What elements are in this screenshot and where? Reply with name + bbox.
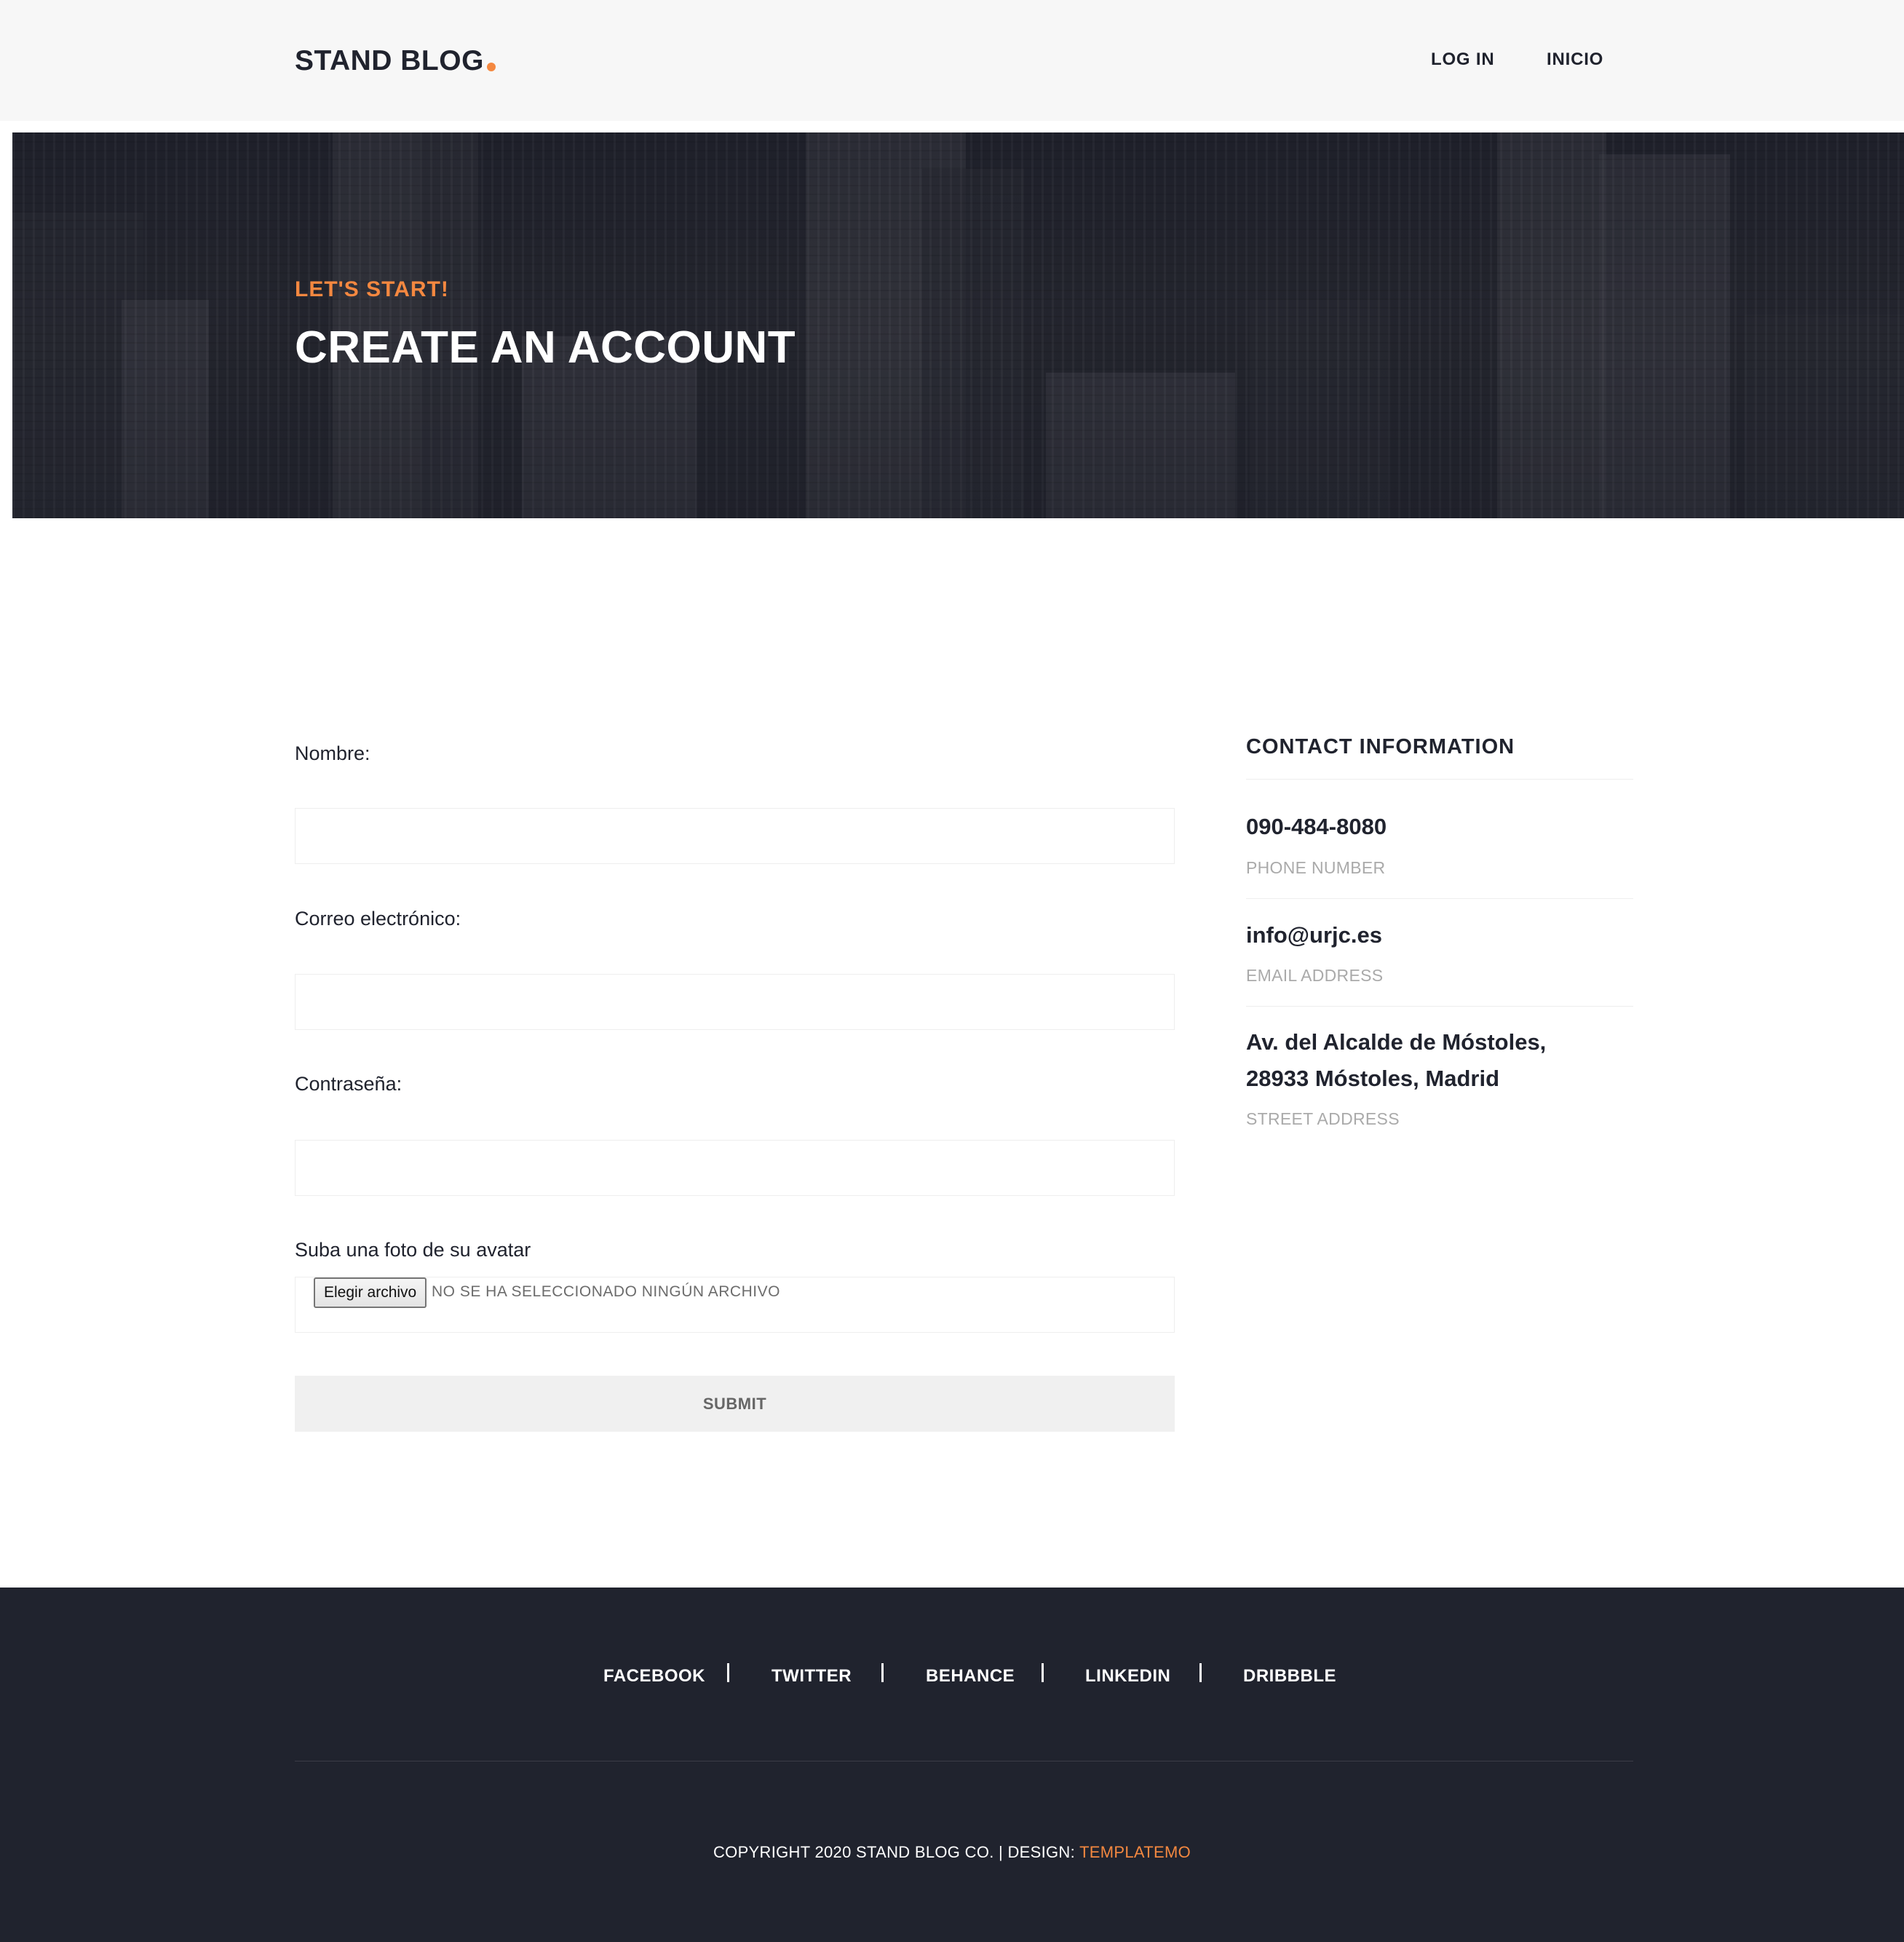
contact-email-caption: EMAIL ADDRESS: [1246, 966, 1384, 985]
contact-email: info@urjc.es: [1246, 922, 1382, 948]
contact-address-line1: Av. del Alcalde de Móstoles,: [1246, 1029, 1547, 1055]
nav-link-login[interactable]: LOG IN: [1431, 48, 1494, 71]
divider: [1246, 898, 1633, 899]
contact-address-line2: 28933 Móstoles, Madrid: [1246, 1066, 1500, 1091]
site-header: STAND BLOG LOG IN INICIO: [0, 0, 1904, 121]
contact-title: CONTACT INFORMATION: [1246, 735, 1515, 758]
site-logo[interactable]: STAND BLOG: [295, 42, 496, 80]
logo-text: STAND BLOG: [295, 45, 484, 76]
social-link-dribbble[interactable]: DRIBBBLE: [1243, 1665, 1336, 1688]
password-label: Contraseña:: [295, 1073, 402, 1095]
page-heading-banner: LET'S START! CREATE AN ACCOUNT: [12, 132, 1904, 518]
templatemo-link[interactable]: TEMPLATEMO: [1079, 1843, 1191, 1861]
social-link-linkedin[interactable]: LINKEDIN: [1085, 1665, 1170, 1688]
copyright: COPYRIGHT 2020 STAND BLOG CO. | DESIGN: …: [0, 1842, 1904, 1863]
file-status-text: NO SE HA SELECCIONADO NINGÚN ARCHIVO: [432, 1283, 780, 1300]
nav-link-inicio[interactable]: INICIO: [1547, 48, 1603, 71]
contact-phone: 090-484-8080: [1246, 814, 1387, 839]
site-footer: FACEBOOK TWITTER BEHANCE LINKEDIN DRIBBB…: [0, 1588, 1904, 1942]
social-link-twitter[interactable]: TWITTER: [771, 1665, 852, 1688]
social-separator: [881, 1663, 884, 1682]
submit-button[interactable]: SUBMIT: [295, 1376, 1175, 1432]
social-separator: [1199, 1663, 1202, 1682]
logo-dot-icon: [486, 63, 496, 71]
contact-phone-caption: PHONE NUMBER: [1246, 858, 1386, 877]
social-separator: [727, 1663, 729, 1682]
hero-kicker: LET'S START!: [295, 277, 449, 301]
copyright-text: COPYRIGHT 2020 STAND BLOG CO. | DESIGN:: [713, 1843, 1080, 1861]
social-link-behance[interactable]: BEHANCE: [926, 1665, 1015, 1688]
divider: [1246, 1006, 1633, 1007]
social-link-facebook[interactable]: FACEBOOK: [603, 1665, 705, 1688]
email-label: Correo electrónico:: [295, 908, 461, 930]
contact-address-caption: STREET ADDRESS: [1246, 1109, 1400, 1128]
name-input[interactable]: [295, 808, 1175, 864]
email-input[interactable]: [295, 974, 1175, 1030]
name-label: Nombre:: [295, 742, 370, 764]
avatar-file-input[interactable]: Elegir archivo NO SE HA SELECCIONADO NIN…: [295, 1277, 1175, 1333]
avatar-label: Suba una foto de su avatar: [295, 1239, 531, 1261]
social-separator: [1042, 1663, 1044, 1682]
page-title: CREATE AN ACCOUNT: [295, 322, 796, 373]
divider: [1246, 779, 1633, 780]
password-input[interactable]: [295, 1140, 1175, 1196]
choose-file-button[interactable]: Elegir archivo: [314, 1277, 427, 1308]
